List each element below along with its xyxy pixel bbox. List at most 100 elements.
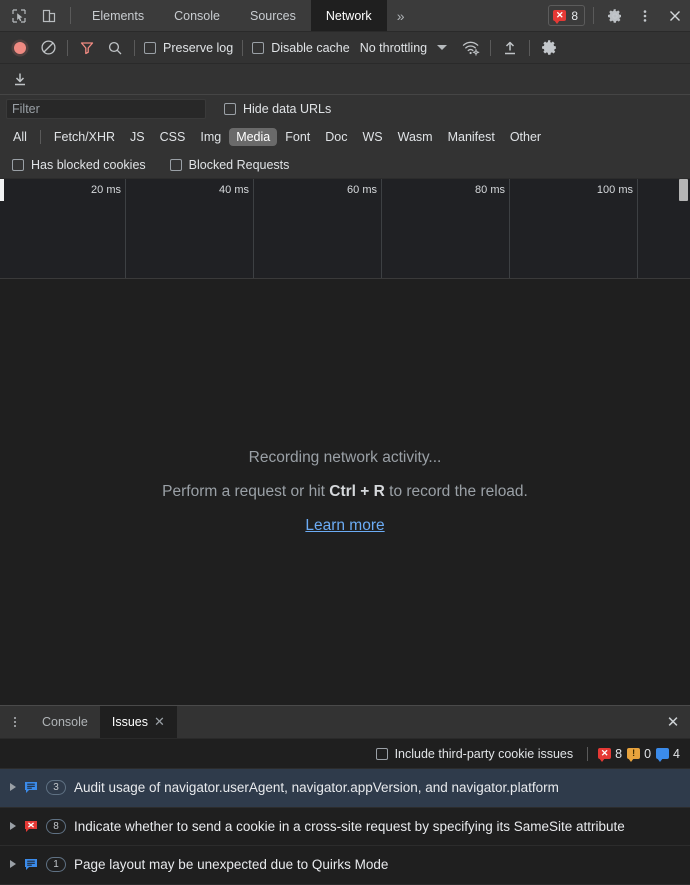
import-har-upload-icon[interactable] — [496, 35, 524, 61]
filter-chip-img[interactable]: Img — [193, 128, 228, 146]
error-bubble-icon: ✕ — [553, 10, 567, 24]
has-blocked-cookies-checkbox[interactable]: Has blocked cookies — [8, 158, 150, 172]
device-toggle-icon[interactable] — [34, 0, 64, 31]
throttling-select[interactable]: No throttling — [354, 41, 433, 55]
record-button-icon[interactable] — [6, 35, 34, 61]
resource-type-filters: All Fetch/XHR JS CSS Img Media Font Doc … — [0, 123, 690, 151]
issue-title: Page layout may be unexpected due to Qui… — [74, 857, 389, 873]
close-icon[interactable] — [660, 0, 690, 31]
hide-data-urls-checkbox[interactable]: Hide data URLs — [220, 102, 335, 116]
overview-scrollbar-thumb[interactable] — [679, 179, 688, 201]
issue-list-item[interactable]: 3 Audit usage of navigator.userAgent, na… — [0, 769, 690, 808]
drawer-tab-console[interactable]: Console — [30, 706, 100, 738]
error-count-badge[interactable]: ✕ 8 — [548, 5, 585, 26]
overview-tick-label: 100 ms — [596, 184, 633, 196]
close-icon[interactable]: ✕ — [154, 714, 165, 730]
toolbar-divider-3 — [242, 39, 244, 56]
hide-data-urls-box[interactable] — [224, 103, 236, 115]
export-toolbar — [0, 64, 690, 95]
chip-divider — [39, 130, 41, 144]
info-count-group: 4 — [656, 747, 680, 763]
disable-cache-label: Disable cache — [271, 40, 350, 55]
devtools-menu-kebab-icon[interactable] — [630, 0, 660, 31]
overview-tick-label: 40 ms — [219, 184, 249, 196]
info-bubble-icon — [656, 748, 670, 763]
filter-chip-all[interactable]: All — [6, 128, 34, 146]
filter-chip-font[interactable]: Font — [278, 128, 317, 146]
filter-chip-css[interactable]: CSS — [153, 128, 193, 146]
preserve-log-checkbox[interactable]: Preserve log — [140, 41, 237, 55]
filter-chip-wasm[interactable]: Wasm — [391, 128, 440, 146]
recording-status-text: Recording network activity... — [248, 449, 442, 467]
warning-count-value: 0 — [644, 746, 652, 761]
chevron-right-icon[interactable] — [10, 821, 16, 830]
issue-list-item[interactable]: 8 Indicate whether to send a cookie in a… — [0, 807, 690, 847]
network-overview-timeline[interactable]: 20 ms 40 ms 60 ms 80 ms 100 ms — [0, 179, 690, 279]
devtools-window: Elements Console Sources Network » ✕ 8 P… — [0, 0, 690, 885]
filter-input[interactable] — [6, 99, 206, 119]
more-tabs-chevron-icon[interactable]: » — [387, 0, 415, 31]
error-bubble-icon — [24, 820, 38, 836]
filter-toolbar: Hide data URLs — [0, 95, 690, 123]
export-har-download-icon[interactable] — [6, 66, 34, 92]
issue-counts: ✕ 8 ! 0 4 — [598, 746, 680, 763]
include-third-party-box[interactable] — [375, 747, 388, 760]
filter-funnel-icon[interactable] — [73, 35, 101, 61]
overview-gridline — [509, 179, 510, 278]
preserve-log-box[interactable] — [144, 41, 156, 54]
learn-more-link[interactable]: Learn more — [305, 517, 384, 535]
clear-network-log-icon[interactable] — [34, 35, 62, 61]
tab-sources[interactable]: Sources — [235, 0, 311, 31]
warning-bubble-icon: ! — [627, 748, 641, 763]
panel-tabs: Elements Console Sources Network — [77, 0, 387, 31]
filter-chip-media[interactable]: Media — [229, 128, 278, 146]
devtools-drawer: Console Issues ✕ ✕ Include third-party c… — [0, 705, 690, 885]
warning-count-group: ! 0 — [627, 746, 652, 763]
overview-tick-label: 20 ms — [91, 184, 121, 196]
tab-console[interactable]: Console — [159, 0, 235, 31]
inspect-cursor-icon[interactable] — [4, 0, 34, 31]
tabbar-divider — [70, 7, 71, 24]
filter-chip-ws[interactable]: WS — [355, 128, 389, 146]
recording-hint-text: Perform a request or hit Ctrl + R to rec… — [162, 483, 528, 501]
network-controls-toolbar: Preserve log Disable cache No throttling — [0, 32, 690, 64]
chevron-right-icon[interactable] — [10, 783, 16, 792]
has-blocked-cookies-label: Has blocked cookies — [31, 157, 146, 172]
chevron-right-icon[interactable] — [10, 860, 16, 869]
drawer-tabbar-spacer — [177, 706, 656, 738]
search-icon[interactable] — [101, 35, 129, 61]
cookie-filter-toolbar: Has blocked cookies Blocked Requests — [0, 151, 690, 179]
filter-chip-js[interactable]: JS — [123, 128, 152, 146]
overview-tick-label: 80 ms — [475, 184, 505, 196]
recording-hint-pre: Perform a request or hit — [162, 483, 330, 501]
issue-count-badge: 3 — [46, 780, 66, 796]
issue-list-item[interactable]: 1 Page layout may be unexpected due to Q… — [0, 846, 690, 885]
has-blocked-cookies-box[interactable] — [12, 158, 24, 171]
overview-left-handle[interactable] — [0, 179, 4, 201]
blocked-requests-box[interactable] — [169, 158, 182, 171]
gear-icon[interactable] — [600, 0, 630, 31]
issues-toolbar: Include third-party cookie issues ✕ 8 ! … — [0, 739, 690, 770]
overview-gridline — [253, 179, 254, 278]
chevron-down-icon[interactable] — [437, 45, 448, 50]
drawer-close-icon[interactable]: ✕ — [656, 706, 690, 738]
toolbar-divider-1 — [67, 39, 68, 56]
network-settings-gear-icon[interactable] — [535, 35, 563, 61]
wifi-gear-icon[interactable] — [457, 35, 485, 61]
filter-chip-other[interactable]: Other — [503, 128, 548, 146]
error-count-value: 8 — [615, 746, 623, 761]
disable-cache-checkbox[interactable]: Disable cache — [248, 41, 354, 55]
blocked-requests-checkbox[interactable]: Blocked Requests — [166, 158, 294, 172]
filter-chip-manifest[interactable]: Manifest — [441, 128, 502, 146]
drawer-tabbar: Console Issues ✕ ✕ — [0, 706, 690, 740]
tab-network[interactable]: Network — [310, 0, 387, 31]
drawer-menu-icon[interactable] — [0, 706, 30, 738]
filter-chip-doc[interactable]: Doc — [318, 128, 354, 146]
drawer-tab-issues[interactable]: Issues ✕ — [99, 706, 177, 739]
tab-elements[interactable]: Elements — [77, 0, 159, 31]
filter-chip-fetch-xhr[interactable]: Fetch/XHR — [47, 128, 122, 146]
disable-cache-box[interactable] — [252, 41, 265, 54]
include-third-party-cookie-issues-checkbox[interactable]: Include third-party cookie issues — [372, 747, 578, 761]
preserve-log-label: Preserve log — [163, 40, 234, 55]
include-third-party-label: Include third-party cookie issues — [394, 746, 574, 761]
